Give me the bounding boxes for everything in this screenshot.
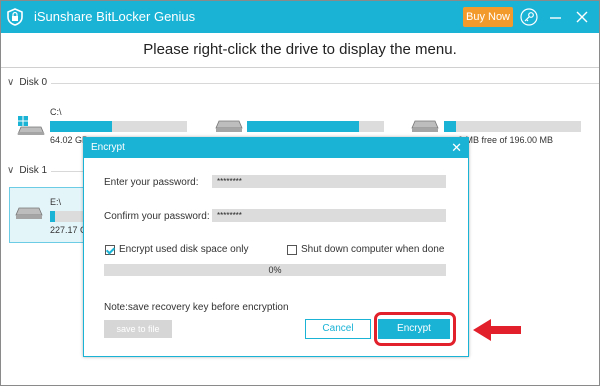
divider bbox=[51, 171, 83, 172]
dialog-title-bar: Encrypt ✕ bbox=[84, 138, 468, 158]
encryption-progress-bar: 0% bbox=[104, 264, 446, 276]
divider bbox=[51, 83, 599, 84]
disk-0-header[interactable]: ∨ Disk 0 bbox=[7, 77, 47, 88]
drive-usage-bar bbox=[247, 121, 384, 132]
drive-usage-fill bbox=[50, 211, 55, 222]
minimize-icon[interactable] bbox=[547, 8, 565, 26]
confirm-password-input[interactable]: ******** bbox=[212, 209, 446, 222]
password-label: Enter your password: bbox=[104, 177, 199, 188]
dialog-close-icon[interactable]: ✕ bbox=[451, 140, 462, 156]
drive-e-label: E:\ bbox=[50, 197, 62, 207]
drive-c-label: C:\ bbox=[50, 107, 62, 117]
title-bar: iSunshare BitLocker Genius Buy Now bbox=[1, 1, 599, 33]
drive-usage-bar bbox=[444, 121, 581, 132]
pointer-arrow-icon bbox=[473, 319, 521, 341]
disk-1-header[interactable]: ∨ Disk 1 bbox=[7, 165, 47, 176]
page-title: Please right-click the drive to display … bbox=[143, 41, 457, 58]
drive-e-size: 227.17 G bbox=[50, 225, 88, 235]
divider bbox=[1, 67, 599, 68]
drive-usage-fill bbox=[247, 121, 360, 132]
drive-size: 0 MB free of 196.00 MB bbox=[458, 135, 554, 145]
shutdown-label: Shut down computer when done bbox=[301, 244, 445, 255]
save-to-file-button[interactable]: save to file bbox=[104, 320, 172, 338]
app-title: iSunshare BitLocker Genius bbox=[34, 9, 196, 24]
drive-e-usage-bar bbox=[50, 211, 83, 222]
drive-icon[interactable] bbox=[411, 119, 439, 133]
disk-1-label: Disk 1 bbox=[19, 165, 48, 176]
app-window: iSunshare BitLocker Genius Buy Now Pleas… bbox=[0, 0, 600, 386]
drive-c-usage-bar bbox=[50, 121, 187, 132]
key-icon[interactable] bbox=[520, 8, 538, 26]
encrypt-highlight-outline bbox=[374, 312, 456, 346]
shutdown-checkbox[interactable] bbox=[287, 245, 297, 255]
drive-usage-fill bbox=[50, 121, 112, 132]
chevron-down-icon: ∨ bbox=[7, 165, 15, 176]
disk-0-label: Disk 0 bbox=[19, 77, 48, 88]
drive-usage-fill bbox=[444, 121, 457, 132]
app-logo-icon bbox=[7, 8, 23, 26]
windows-drive-icon[interactable] bbox=[17, 115, 45, 137]
chevron-down-icon: ∨ bbox=[7, 77, 15, 88]
drive-icon[interactable] bbox=[215, 119, 243, 133]
password-input[interactable]: ******** bbox=[212, 175, 446, 188]
recovery-note: Note:save recovery key before encryption bbox=[104, 302, 289, 313]
dialog-title: Encrypt bbox=[91, 142, 125, 153]
drive-icon[interactable] bbox=[15, 206, 43, 220]
close-icon[interactable] bbox=[573, 8, 591, 26]
encrypt-used-space-label: Encrypt used disk space only bbox=[119, 244, 249, 255]
cancel-button[interactable]: Cancel bbox=[305, 319, 371, 339]
encrypt-used-space-checkbox[interactable] bbox=[105, 245, 115, 255]
confirm-password-label: Confirm your password: bbox=[104, 211, 210, 222]
buy-now-button[interactable]: Buy Now bbox=[463, 7, 513, 27]
